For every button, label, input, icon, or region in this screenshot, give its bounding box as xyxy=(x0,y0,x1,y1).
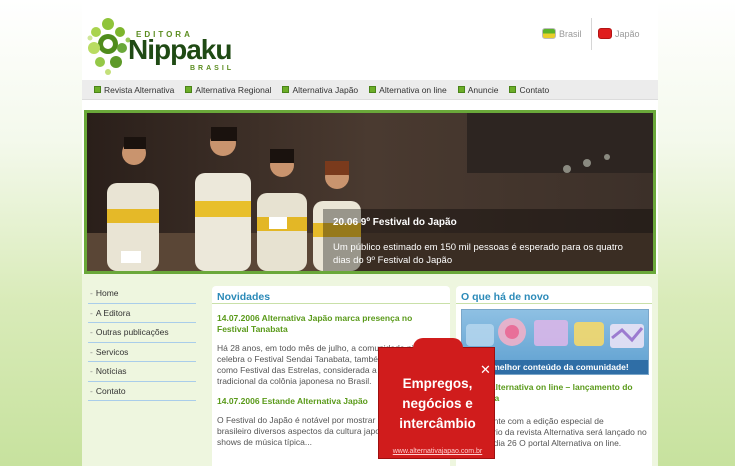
dash-icon: - xyxy=(90,327,93,338)
whats-new-title: O que há de novo xyxy=(456,286,652,304)
sidebar-item-home[interactable]: - Home xyxy=(88,284,196,304)
nav-item-alternativa-japao[interactable]: Alternativa Japão xyxy=(282,85,358,95)
nav-bullet-icon xyxy=(282,86,290,93)
sidebar-item-contato[interactable]: - Contato xyxy=(88,382,196,401)
dash-icon: - xyxy=(90,307,93,318)
nav-item-anuncie[interactable]: Anuncie xyxy=(457,84,499,95)
nav-item-label: Anuncie xyxy=(467,84,499,95)
japan-flag-icon xyxy=(598,28,612,39)
popup-tab xyxy=(413,338,463,350)
top-navigation: Revista Alternativa Alternativa Regional… xyxy=(82,80,658,100)
nav-bullet-icon xyxy=(94,86,101,93)
sidebar-menu: - Home -A Editora - Outras publicações - Se… xyxy=(88,284,196,401)
language-japao-label: Japão xyxy=(615,28,640,39)
nav-item-label: Contato xyxy=(519,84,550,95)
content-area: - Home -A Editora - Outras publicações - Se… xyxy=(82,274,658,466)
page: EDITORA Nippaku BRASIL Brasil Japão Revi… xyxy=(82,0,658,466)
sidebar-item-label: A Editora xyxy=(95,307,131,318)
sidebar-item-label: Contato xyxy=(95,385,126,396)
nav-bullet-icon xyxy=(509,86,517,93)
banner-text: Um público estimado em 150 mil pessoas é… xyxy=(333,242,623,266)
brazil-flag-icon xyxy=(542,28,556,39)
nav-item-label: Revista Alternativa xyxy=(104,84,175,95)
dash-icon: - xyxy=(90,366,93,377)
sidebar-item-outras-publicacoes[interactable]: - Outras publicações xyxy=(88,323,196,343)
sidebar-item-label: Home xyxy=(95,288,119,299)
news-panel-title: Novidades xyxy=(212,286,450,304)
banner-title[interactable]: 20.06 9º Festival do Japão xyxy=(333,217,457,228)
nav-bullet-icon xyxy=(457,86,465,93)
language-brasil-label: Brasil xyxy=(559,28,582,39)
popup-ad-url[interactable]: www.alternativajapao.com.br xyxy=(379,448,496,455)
sidebar-item-a-editora[interactable]: -A Editora xyxy=(88,304,196,323)
nav-item-revista-alternativa[interactable]: Revista Alternativa xyxy=(94,85,174,95)
dash-icon: - xyxy=(90,288,93,299)
dash-icon: - xyxy=(90,346,93,357)
nav-item-contato[interactable]: Contato xyxy=(509,85,549,95)
logo-brand-name: Nippaku xyxy=(128,34,232,65)
popup-ad[interactable]: ✕ Empregos, negócios e intercâmbio www.a… xyxy=(378,338,496,459)
feature-banner[interactable]: 20.06 9º Festival do Japão Um público es… xyxy=(84,110,656,274)
nav-item-alternativa-regional[interactable]: Alternativa Regional xyxy=(185,85,271,95)
nav-bullet-icon xyxy=(185,86,193,93)
language-divider xyxy=(591,18,592,50)
sidebar-item-label: Servicos xyxy=(95,346,129,357)
language-brasil-link[interactable]: Brasil xyxy=(542,28,582,39)
news-headline-link[interactable]: 14.07.2006 Alternativa Japão marca prese… xyxy=(217,313,445,335)
nav-item-label: Alternativa Japão xyxy=(292,84,359,95)
logo-brasil-text: BRASIL xyxy=(190,65,235,72)
nav-item-label: Alternativa Regional xyxy=(195,84,272,95)
language-japao-link[interactable]: Japão xyxy=(598,28,640,39)
logo[interactable]: EDITORA Nippaku BRASIL xyxy=(86,14,246,76)
sidebar-item-noticias[interactable]: - Notícias xyxy=(88,362,196,382)
nav-bullet-icon xyxy=(369,86,377,93)
nav-item-label: Alternativa on line xyxy=(379,84,447,95)
dash-icon: - xyxy=(90,385,93,396)
sidebar-item-servicos[interactable]: - Servicos xyxy=(88,343,196,362)
logo-dots-icon xyxy=(87,18,131,75)
sidebar-item-label: Notícias xyxy=(95,366,127,377)
sidebar-item-label: Outras publicações xyxy=(95,327,169,338)
nav-item-alternativa-on-line[interactable]: Alternativa on line xyxy=(369,85,447,95)
popup-ad-text: Empregos, negócios e intercâmbio xyxy=(399,376,476,431)
